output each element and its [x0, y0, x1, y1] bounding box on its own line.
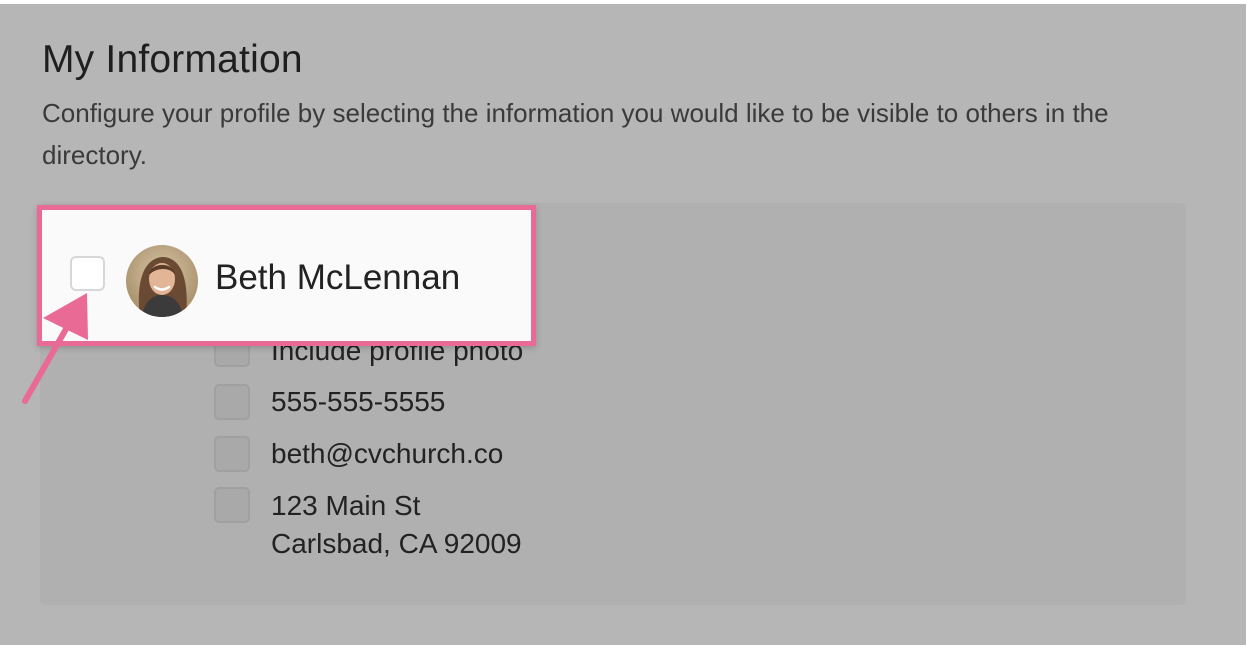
top-edge — [0, 0, 1249, 4]
profile-name: Beth McLennan — [215, 258, 461, 297]
address-label-line2: Carlsbad, CA 92009 — [271, 528, 522, 559]
avatar — [126, 245, 198, 317]
avatar-photo — [126, 245, 198, 317]
address-checkbox[interactable] — [214, 487, 250, 523]
phone-label: 555-555-5555 — [271, 386, 446, 417]
section-description: Configure your profile by selecting the … — [42, 98, 1109, 170]
email-label: beth@cvchurch.co — [271, 438, 504, 469]
page-title: My Information — [42, 38, 303, 81]
profile-visible-checkbox[interactable] — [70, 256, 105, 291]
address-label-line1: 123 Main St — [271, 490, 421, 521]
email-checkbox[interactable] — [214, 436, 250, 472]
phone-checkbox[interactable] — [214, 384, 250, 420]
